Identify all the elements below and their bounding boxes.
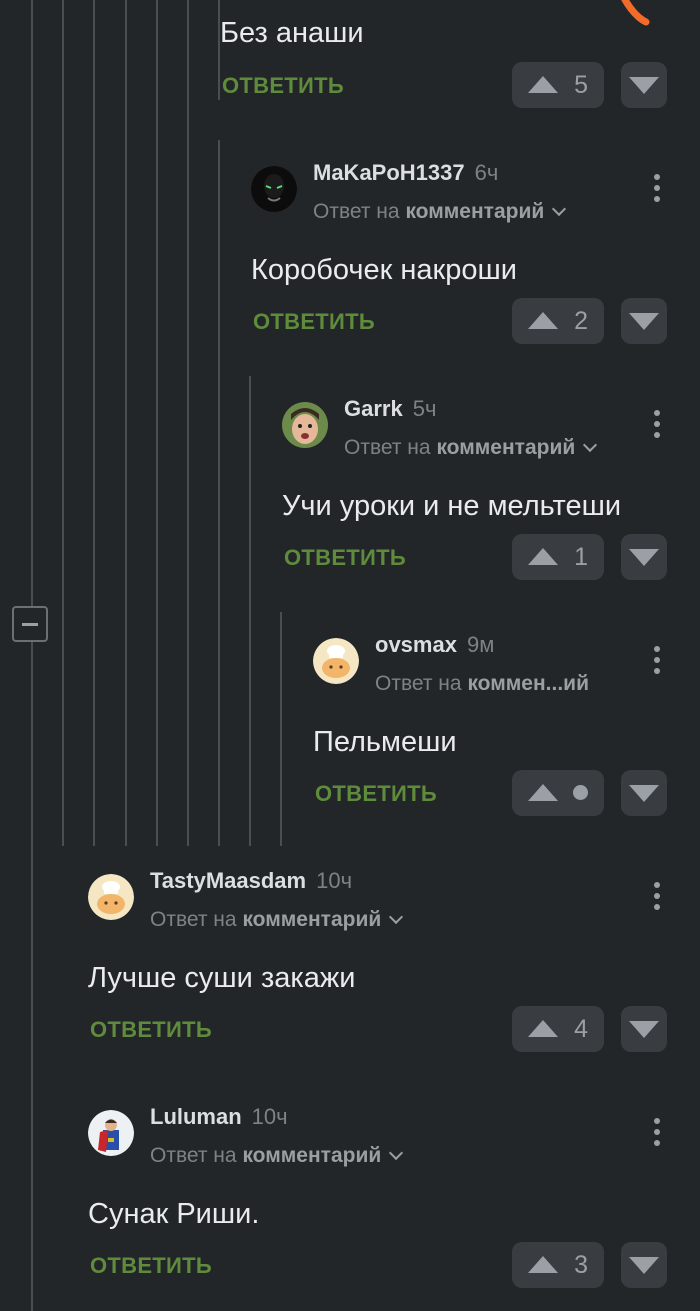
upvote-button[interactable]: 2 — [512, 298, 604, 344]
reply-button[interactable]: ОТВЕТИТЬ — [222, 73, 344, 99]
thread-line — [218, 0, 220, 100]
comment-time: 6ч — [474, 160, 499, 185]
avatar[interactable] — [88, 874, 134, 920]
upvote-arrow-icon — [528, 784, 558, 801]
reply-button[interactable]: ОТВЕТИТЬ — [315, 781, 437, 807]
upvote-arrow-icon — [528, 548, 558, 565]
comment-text: Коробочек накроши — [251, 254, 517, 286]
comment-text: Лучше суши закажи — [88, 962, 356, 994]
more-options-icon[interactable] — [647, 1112, 667, 1152]
upvote-button[interactable]: 5 — [512, 62, 604, 108]
username[interactable]: Garrk 5ч — [344, 396, 436, 422]
avatar[interactable] — [88, 1110, 134, 1156]
upvote-arrow-icon — [528, 76, 558, 93]
vote-score: 1 — [574, 543, 588, 571]
chevron-down-icon — [583, 437, 598, 453]
comment-text: Без анаши — [220, 17, 364, 49]
reply-button[interactable]: ОТВЕТИТЬ — [90, 1253, 212, 1279]
vote-score: 5 — [574, 71, 588, 99]
chevron-down-icon — [389, 909, 404, 925]
reply-button[interactable]: ОТВЕТИТЬ — [90, 1017, 212, 1043]
upvote-arrow-icon — [528, 312, 558, 329]
upvote-button[interactable]: 3 — [512, 1242, 604, 1288]
downvote-arrow-icon — [629, 549, 659, 566]
downvote-button[interactable] — [621, 534, 667, 580]
thread-line — [31, 642, 33, 1311]
more-options-icon[interactable] — [647, 168, 667, 208]
username[interactable]: ovsmax 9м — [375, 632, 494, 658]
comment-time: 9м — [466, 632, 495, 657]
upvote-arrow-icon — [528, 1020, 558, 1037]
downvote-arrow-icon — [629, 313, 659, 330]
comment-time: 5ч — [412, 396, 437, 421]
downvote-arrow-icon — [629, 785, 659, 802]
comment-time: 10ч — [316, 868, 353, 893]
downvote-arrow-icon — [629, 1021, 659, 1038]
reply-to-link[interactable]: Ответ на комментарий — [313, 200, 567, 224]
upvote-button[interactable] — [512, 770, 604, 816]
thread-line — [187, 0, 189, 846]
reply-button[interactable]: ОТВЕТИТЬ — [253, 309, 375, 335]
thread-line — [31, 0, 33, 606]
downvote-button[interactable] — [621, 1242, 667, 1288]
chevron-down-icon — [552, 201, 567, 217]
comment-text: Учи уроки и не мельтеши — [282, 490, 622, 522]
reply-to-link[interactable]: Ответ на комментарий — [150, 908, 404, 932]
comment-text: Сунак Риши. — [88, 1198, 260, 1230]
collapse-thread-button[interactable] — [12, 606, 48, 642]
avatar[interactable] — [282, 402, 328, 448]
reply-button[interactable]: ОТВЕТИТЬ — [284, 545, 406, 571]
thread-line — [280, 612, 282, 846]
downvote-button[interactable] — [621, 62, 667, 108]
downvote-arrow-icon — [629, 77, 659, 94]
vote-score-hidden-icon — [573, 785, 588, 800]
more-options-icon[interactable] — [647, 876, 667, 916]
username[interactable]: MaKaPoH1337 6ч — [313, 160, 498, 186]
avatar[interactable] — [251, 166, 297, 212]
thread-line — [62, 0, 64, 846]
reply-to-link[interactable]: Ответ на комментарий — [150, 1144, 404, 1168]
chevron-down-icon — [389, 1145, 404, 1161]
thread-line — [218, 140, 220, 846]
vote-score: 2 — [574, 307, 588, 335]
downvote-button[interactable] — [621, 770, 667, 816]
vote-score: 3 — [574, 1251, 588, 1279]
comment-text: Пельмеши — [313, 726, 457, 758]
comment-time: 10ч — [251, 1104, 288, 1129]
username[interactable]: TastyMaasdam 10ч — [150, 868, 352, 894]
vote-score: 4 — [574, 1015, 588, 1043]
more-options-icon[interactable] — [647, 404, 667, 444]
reply-to-link[interactable]: Ответ на комментарий — [344, 436, 598, 460]
avatar[interactable] — [313, 638, 359, 684]
orange-decoration-icon — [621, 0, 650, 26]
more-options-icon[interactable] — [647, 640, 667, 680]
downvote-button[interactable] — [621, 298, 667, 344]
downvote-button[interactable] — [621, 1006, 667, 1052]
thread-line — [93, 0, 95, 846]
thread-line — [156, 0, 158, 846]
upvote-arrow-icon — [528, 1256, 558, 1273]
username[interactable]: Luluman 10ч — [150, 1104, 288, 1130]
thread-line — [249, 376, 251, 846]
downvote-arrow-icon — [629, 1257, 659, 1274]
upvote-button[interactable]: 4 — [512, 1006, 604, 1052]
reply-to-link[interactable]: Ответ на коммен...ий — [375, 672, 589, 696]
thread-line — [125, 0, 127, 846]
upvote-button[interactable]: 1 — [512, 534, 604, 580]
